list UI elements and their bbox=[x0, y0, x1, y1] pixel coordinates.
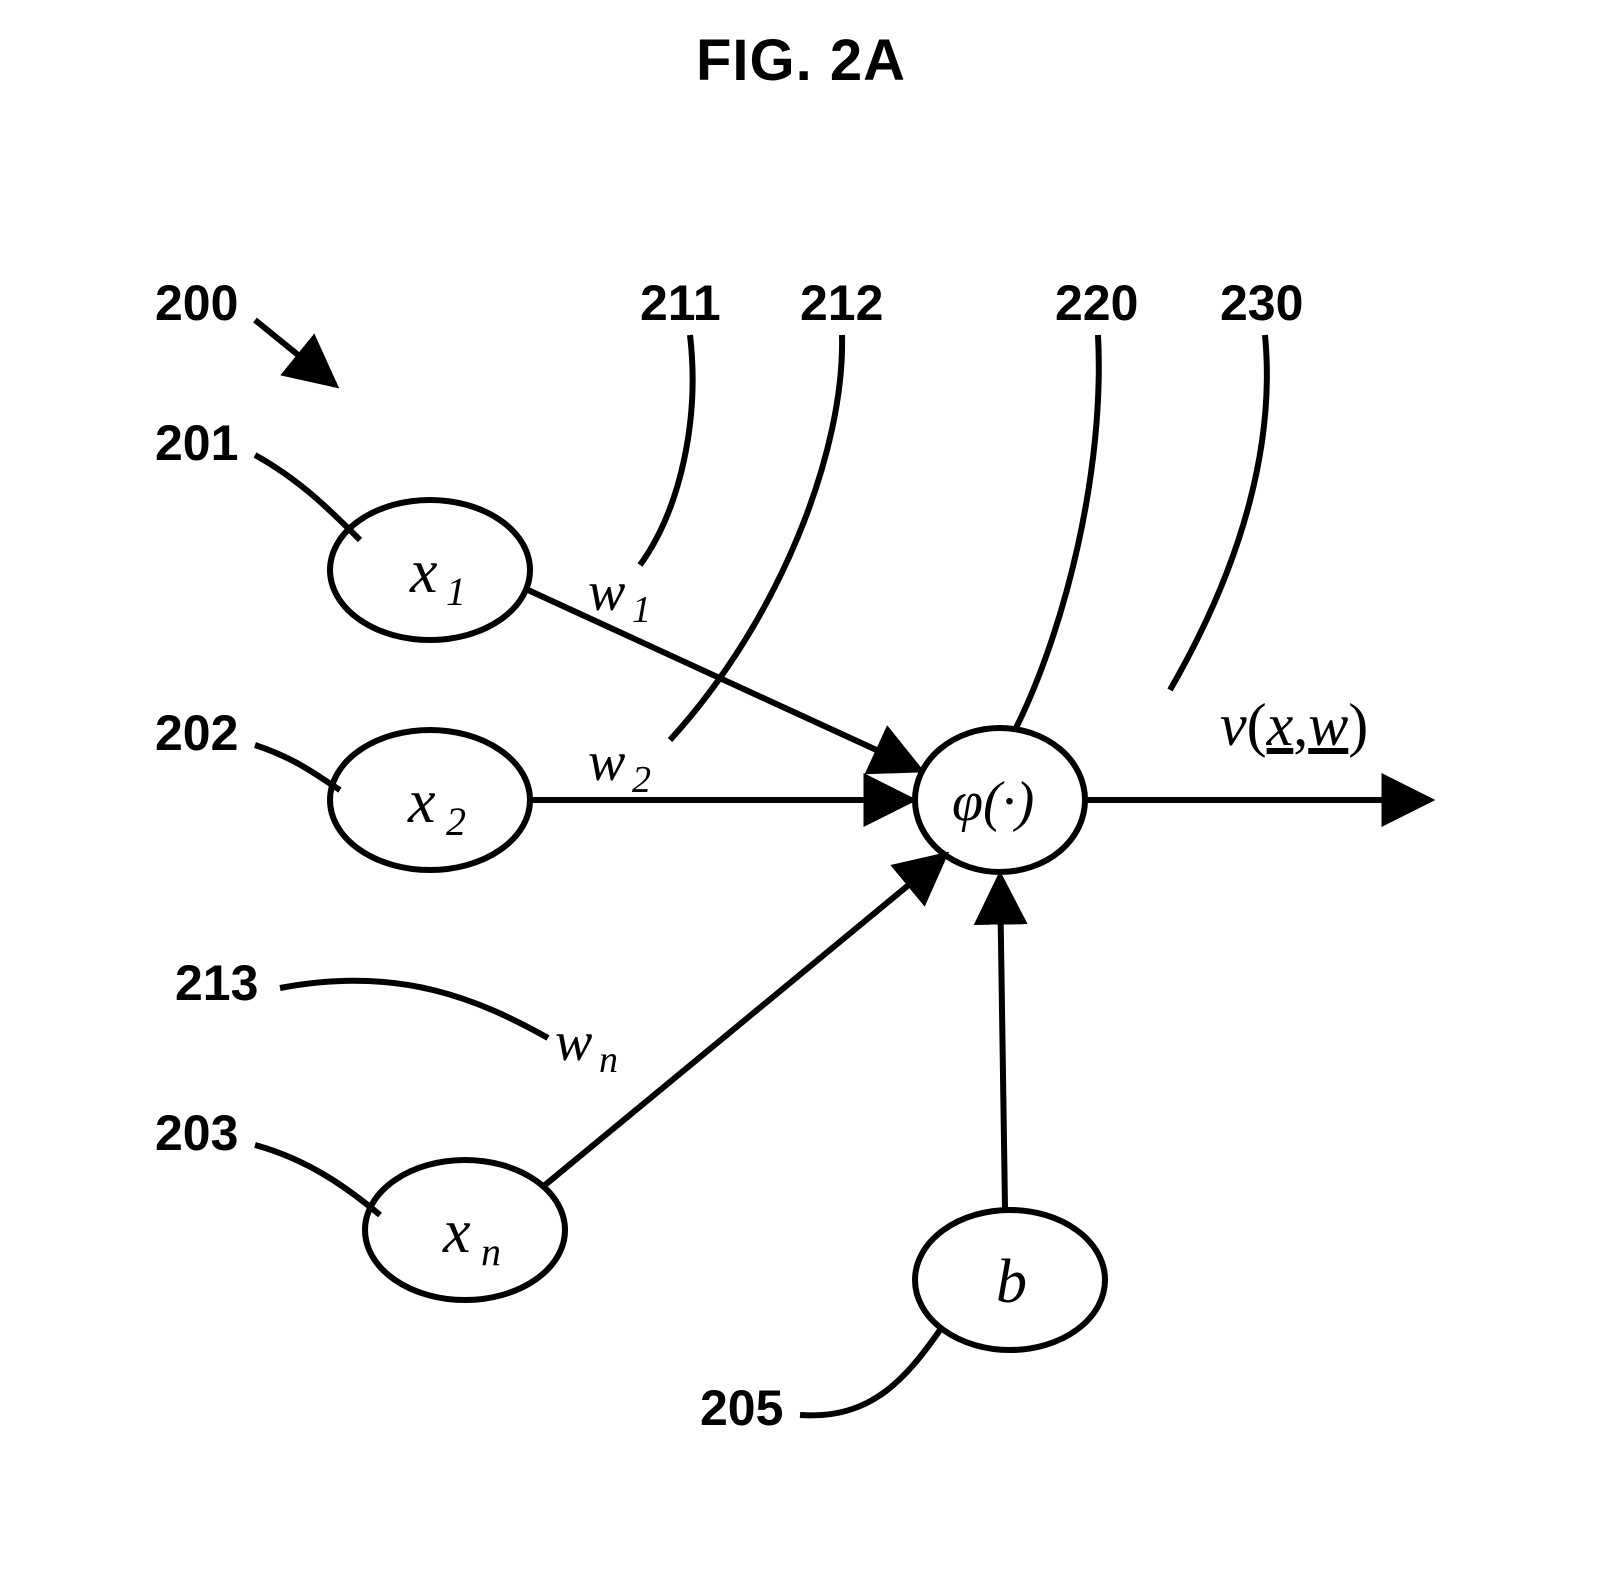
output-comma: , bbox=[1293, 692, 1308, 758]
weight-w2-label: w 2 bbox=[588, 731, 651, 801]
output-open: ( bbox=[1247, 692, 1267, 758]
weight-w2-sub: 2 bbox=[632, 759, 651, 801]
edge-x1-phi bbox=[528, 590, 920, 770]
node-x1-sub: 1 bbox=[446, 569, 466, 614]
ref-211: 211 bbox=[640, 275, 721, 331]
output-close: ) bbox=[1348, 692, 1368, 758]
ref-213: 213 bbox=[175, 955, 258, 1011]
leader-201 bbox=[255, 455, 360, 540]
weight-w1-base: w bbox=[588, 561, 625, 623]
leader-205 bbox=[800, 1330, 940, 1415]
weight-w1-sub: 1 bbox=[632, 589, 651, 631]
edge-xn-phi bbox=[545, 855, 945, 1185]
leader-203 bbox=[255, 1145, 380, 1215]
weight-w2-base: w bbox=[588, 731, 625, 793]
node-xn-sub: n bbox=[481, 1229, 501, 1274]
leader-200 bbox=[255, 320, 335, 385]
node-x2-sub: 2 bbox=[446, 799, 466, 844]
weight-wn-sub: n bbox=[599, 1039, 618, 1081]
edge-b-phi bbox=[1000, 876, 1005, 1208]
ref-201: 201 bbox=[155, 415, 238, 471]
ref-205: 205 bbox=[700, 1380, 783, 1436]
node-x2: x 2 bbox=[330, 730, 530, 870]
leader-230 bbox=[1170, 335, 1267, 690]
figure-title: FIG. 2A bbox=[696, 28, 906, 93]
output-x: x bbox=[1266, 692, 1294, 758]
leader-211 bbox=[640, 335, 693, 565]
node-b: b bbox=[915, 1210, 1105, 1350]
leader-220 bbox=[1015, 335, 1099, 730]
node-b-label: b bbox=[996, 1248, 1027, 1316]
svg-text:v(x,w): v(x,w) bbox=[1220, 692, 1368, 758]
ref-220: 220 bbox=[1055, 275, 1138, 331]
output-v: v bbox=[1220, 692, 1247, 758]
ref-230: 230 bbox=[1220, 275, 1303, 331]
leader-213 bbox=[280, 981, 548, 1038]
node-x1-base: x bbox=[409, 538, 438, 606]
node-phi: φ(·) bbox=[915, 728, 1085, 872]
weight-w1-label: w 1 bbox=[588, 561, 651, 631]
weight-wn-base: w bbox=[555, 1011, 592, 1073]
output-label: v(x,w) bbox=[1220, 692, 1368, 758]
node-x2-base: x bbox=[407, 768, 436, 836]
ref-200: 200 bbox=[155, 275, 238, 331]
node-xn-base: x bbox=[442, 1198, 471, 1266]
ref-212: 212 bbox=[800, 275, 883, 331]
ref-202: 202 bbox=[155, 705, 238, 761]
leader-202 bbox=[255, 745, 340, 790]
leader-212 bbox=[670, 335, 842, 740]
node-x1: x 1 bbox=[330, 500, 530, 640]
weight-wn-label: w n bbox=[555, 1011, 618, 1081]
node-xn: x n bbox=[365, 1160, 565, 1300]
node-phi-label: φ(·) bbox=[952, 771, 1034, 833]
ref-203: 203 bbox=[155, 1105, 238, 1161]
output-w: w bbox=[1308, 692, 1348, 758]
